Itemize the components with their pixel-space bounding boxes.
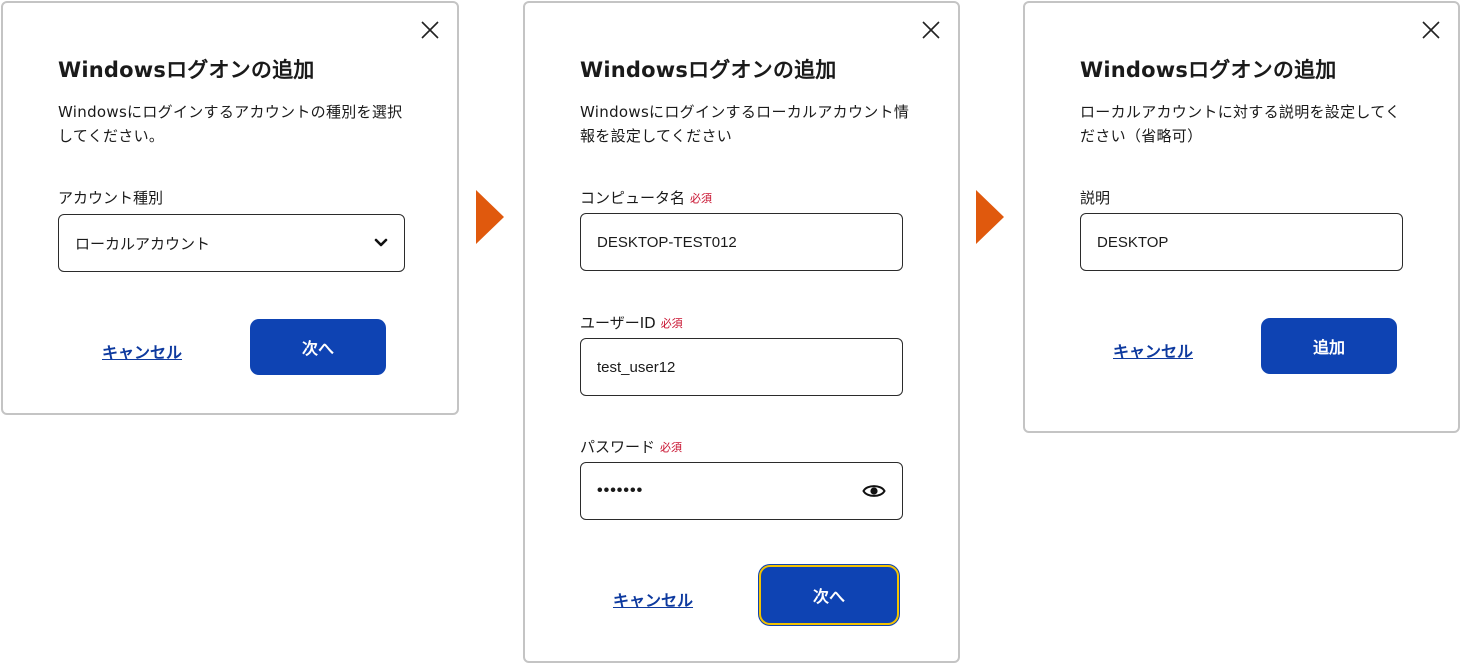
- close-button[interactable]: [1420, 19, 1442, 41]
- user-id-input[interactable]: test_user12: [580, 338, 903, 396]
- user-id-label-text: ユーザーID: [580, 314, 656, 332]
- arrow-right-icon: [976, 190, 1004, 244]
- dialog-description: Windowsログオンの追加 ローカルアカウントに対する説明を設定してください（…: [1023, 1, 1460, 433]
- dialog-account-type: Windowsログオンの追加 Windowsにログインするアカウントの種別を選択…: [1, 1, 459, 415]
- next-button[interactable]: 次へ: [250, 319, 386, 375]
- close-icon: [922, 21, 940, 39]
- arrow-right-icon: [476, 190, 504, 244]
- close-icon: [1422, 21, 1440, 39]
- dialog-title: Windowsログオンの追加: [58, 58, 315, 82]
- next-button[interactable]: 次へ: [761, 567, 897, 623]
- close-icon: [421, 21, 439, 39]
- description-value: DESKTOP: [1097, 233, 1169, 251]
- computer-name-label: コンピュータ名 必須: [580, 187, 712, 208]
- computer-name-label-text: コンピュータ名: [580, 189, 686, 207]
- user-id-value: test_user12: [597, 358, 676, 376]
- computer-name-value: DESKTOP-TEST012: [597, 233, 737, 251]
- description-input[interactable]: DESKTOP: [1080, 213, 1403, 271]
- account-type-select[interactable]: ローカルアカウント: [58, 214, 405, 272]
- dialog-title: Windowsログオンの追加: [1080, 58, 1337, 82]
- description-field-label: 説明: [1080, 189, 1111, 207]
- dialog-title: Windowsログオンの追加: [580, 58, 837, 82]
- eye-icon[interactable]: [862, 482, 886, 500]
- add-button[interactable]: 追加: [1261, 318, 1397, 374]
- dialog-description: Windowsにログインするローカルアカウント情報を設定してください: [580, 103, 910, 145]
- password-input[interactable]: •••••••: [580, 462, 903, 520]
- dialog-local-account: Windowsログオンの追加 Windowsにログインするローカルアカウント情報…: [523, 1, 960, 663]
- account-type-label: アカウント種別: [58, 189, 164, 207]
- required-badge: 必須: [660, 317, 683, 330]
- close-button[interactable]: [920, 19, 942, 41]
- password-value: •••••••: [597, 482, 644, 499]
- computer-name-input[interactable]: DESKTOP-TEST012: [580, 213, 903, 271]
- account-type-value: ローカルアカウント: [75, 235, 211, 253]
- chevron-down-icon: [374, 238, 388, 248]
- close-button[interactable]: [419, 19, 441, 41]
- cancel-button[interactable]: キャンセル: [1113, 338, 1193, 362]
- required-badge: 必須: [690, 192, 713, 205]
- dialog-description-text: ローカルアカウントに対する説明を設定してください（省略可）: [1080, 103, 1401, 145]
- password-label-text: パスワード: [580, 438, 656, 456]
- required-badge: 必須: [660, 441, 683, 454]
- stage: Windowsログオンの追加 Windowsにログインするアカウントの種別を選択…: [0, 0, 1460, 664]
- cancel-button[interactable]: キャンセル: [102, 339, 182, 363]
- password-label: パスワード 必須: [580, 436, 682, 457]
- dialog-description: Windowsにログインするアカウントの種別を選択してください。: [58, 103, 403, 145]
- cancel-button[interactable]: キャンセル: [613, 587, 693, 611]
- user-id-label: ユーザーID 必須: [580, 312, 683, 333]
